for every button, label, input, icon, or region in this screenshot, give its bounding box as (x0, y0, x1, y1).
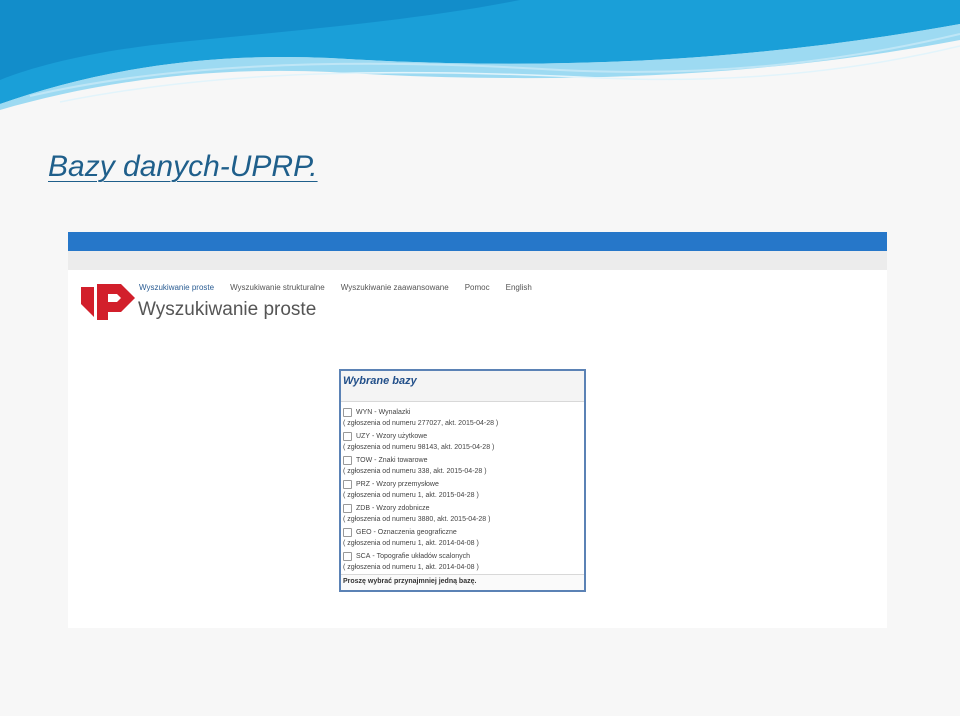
database-name: Wzory użytkowe (376, 432, 428, 440)
database-list: WYN - Wynalazki ( zgłoszenia od numeru 2… (341, 402, 584, 574)
nav-english[interactable]: English (506, 283, 532, 292)
database-code: TOW (356, 456, 373, 464)
database-note: ( zgłoszenia od numeru 1, akt. 2014-04-0… (343, 540, 479, 547)
nav-help[interactable]: Pomoc (465, 283, 490, 292)
database-option-tow[interactable]: TOW - Znaki towarowe (343, 454, 584, 466)
validation-message: Proszę wybrać przynajmniej jedną bazę. (341, 574, 584, 590)
database-name: Topografie układów scalonych (376, 552, 471, 560)
database-code: UZY (356, 432, 370, 440)
selected-databases-panel: Wybrane bazy WYN - Wynalazki ( zgłoszeni… (339, 369, 586, 592)
database-note: ( zgłoszenia od numeru 277027, akt. 2015… (343, 420, 499, 427)
slide-title: Bazy danych-UPRP. (48, 150, 318, 183)
database-option-wyn[interactable]: WYN - Wynalazki (343, 406, 584, 418)
site-top-bar (68, 232, 887, 251)
database-note: ( zgłoszenia od numeru 1, akt. 2015-04-2… (343, 492, 479, 499)
database-name: Wzory zdobnicze (376, 504, 430, 512)
database-code: SCA (356, 552, 371, 560)
database-note: ( zgłoszenia od numeru 1, akt. 2014-04-0… (343, 564, 479, 571)
nav-simple-search[interactable]: Wyszukiwanie proste (139, 283, 214, 292)
database-name: Wynalazki (378, 408, 411, 416)
database-option-sca[interactable]: SCA - Topografie układów scalonych (343, 550, 584, 562)
nav-advanced-search[interactable]: Wyszukiwanie zaawansowane (341, 283, 449, 292)
database-note: ( zgłoszenia od numeru 98143, akt. 2015-… (343, 444, 495, 451)
database-note: ( zgłoszenia od numeru 3880, akt. 2015-0… (343, 516, 491, 523)
checkbox-sca[interactable] (343, 551, 352, 561)
database-note: ( zgłoszenia od numeru 338, akt. 2015-04… (343, 468, 487, 475)
nav-structural-search[interactable]: Wyszukiwanie strukturalne (230, 283, 325, 292)
database-code: ZDB (356, 504, 370, 512)
database-option-geo[interactable]: GEO - Oznaczenia geograficzne (343, 526, 584, 538)
site-grey-bar (68, 251, 887, 270)
panel-title: Wybrane bazy (341, 371, 584, 402)
checkbox-prz[interactable] (343, 479, 352, 489)
checkbox-zdb[interactable] (343, 503, 352, 513)
decorative-wave-header (0, 0, 960, 110)
database-code: GEO (356, 528, 372, 536)
page-heading: Wyszukiwanie proste (138, 299, 317, 320)
database-name: Znaki towarowe (378, 456, 428, 464)
checkbox-tow[interactable] (343, 455, 352, 465)
database-option-prz[interactable]: PRZ - Wzory przemysłowe (343, 478, 584, 490)
checkbox-wyn[interactable] (343, 407, 352, 417)
database-name: Wzory przemysłowe (376, 480, 439, 488)
database-option-uzy[interactable]: UZY - Wzory użytkowe (343, 430, 584, 442)
database-code: WYN (356, 408, 373, 416)
checkbox-geo[interactable] (343, 527, 352, 537)
uprp-search-screenshot: Wyszukiwanie proste Wyszukiwanie struktu… (68, 232, 887, 628)
database-name: Oznaczenia geograficzne (377, 528, 457, 536)
site-nav: Wyszukiwanie proste Wyszukiwanie struktu… (139, 283, 532, 292)
uprp-logo-icon (81, 284, 135, 320)
checkbox-uzy[interactable] (343, 431, 352, 441)
database-option-zdb[interactable]: ZDB - Wzory zdobnicze (343, 502, 584, 514)
database-code: PRZ (356, 480, 370, 488)
